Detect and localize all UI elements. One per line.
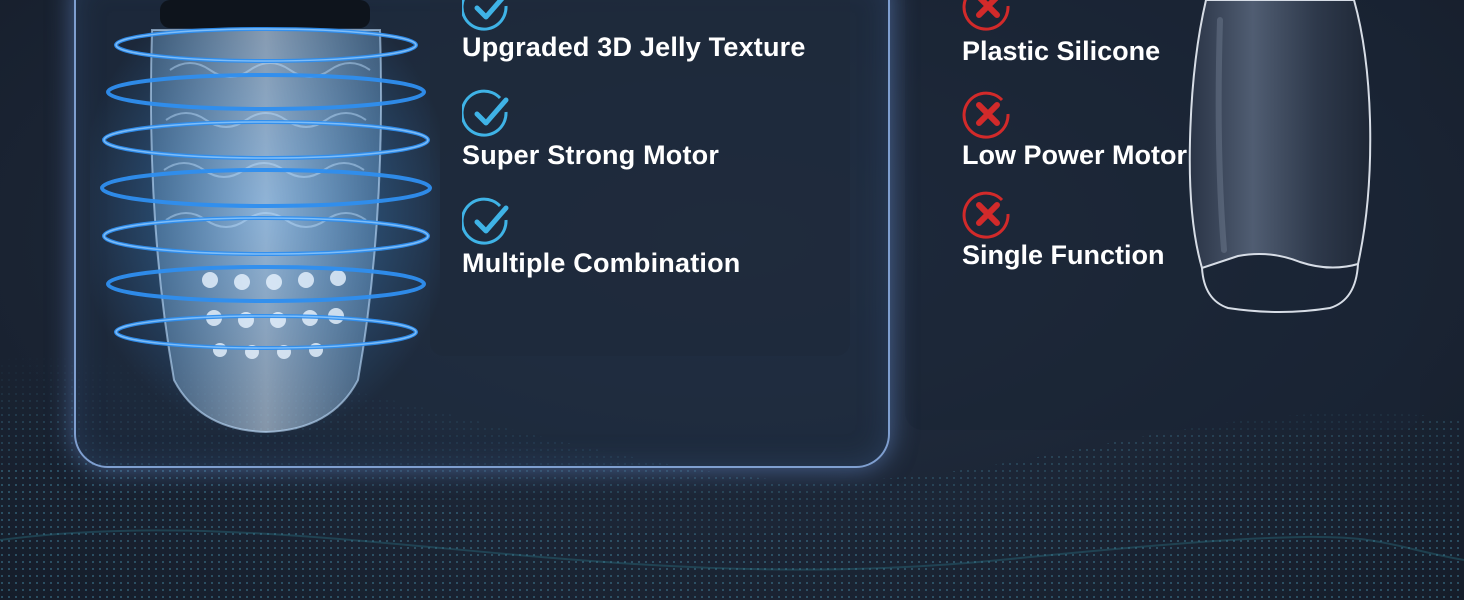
pro-label: Multiple Combination	[462, 248, 741, 278]
competitor-product-illustration	[1188, 0, 1372, 313]
x-circle-icon	[962, 0, 1010, 31]
pro-item-3: Multiple Combination	[462, 196, 740, 278]
con-item-1: Plastic Silicone	[962, 0, 1160, 66]
con-item-3: Single Function	[962, 188, 1165, 270]
x-circle-icon	[962, 91, 1010, 139]
con-label: Single Function	[962, 240, 1165, 270]
pro-item-2: Super Strong Motor	[462, 88, 719, 170]
x-circle-icon	[962, 191, 1010, 239]
pro-item-1: Upgraded 3D Jelly Texture	[462, 0, 805, 62]
product-illustration	[90, 0, 440, 440]
check-circle-icon	[462, 0, 508, 31]
check-circle-icon	[462, 89, 509, 137]
con-label: Plastic Silicone	[962, 36, 1161, 66]
comparison-banner: Upgraded 3D Jelly Texture Super Strong M…	[0, 0, 1464, 600]
check-circle-icon	[462, 197, 509, 245]
con-item-2: Low Power Motor	[962, 88, 1187, 170]
pro-label: Super Strong Motor	[462, 140, 720, 170]
con-label: Low Power Motor	[962, 140, 1187, 170]
pro-label: Upgraded 3D Jelly Texture	[462, 32, 806, 62]
